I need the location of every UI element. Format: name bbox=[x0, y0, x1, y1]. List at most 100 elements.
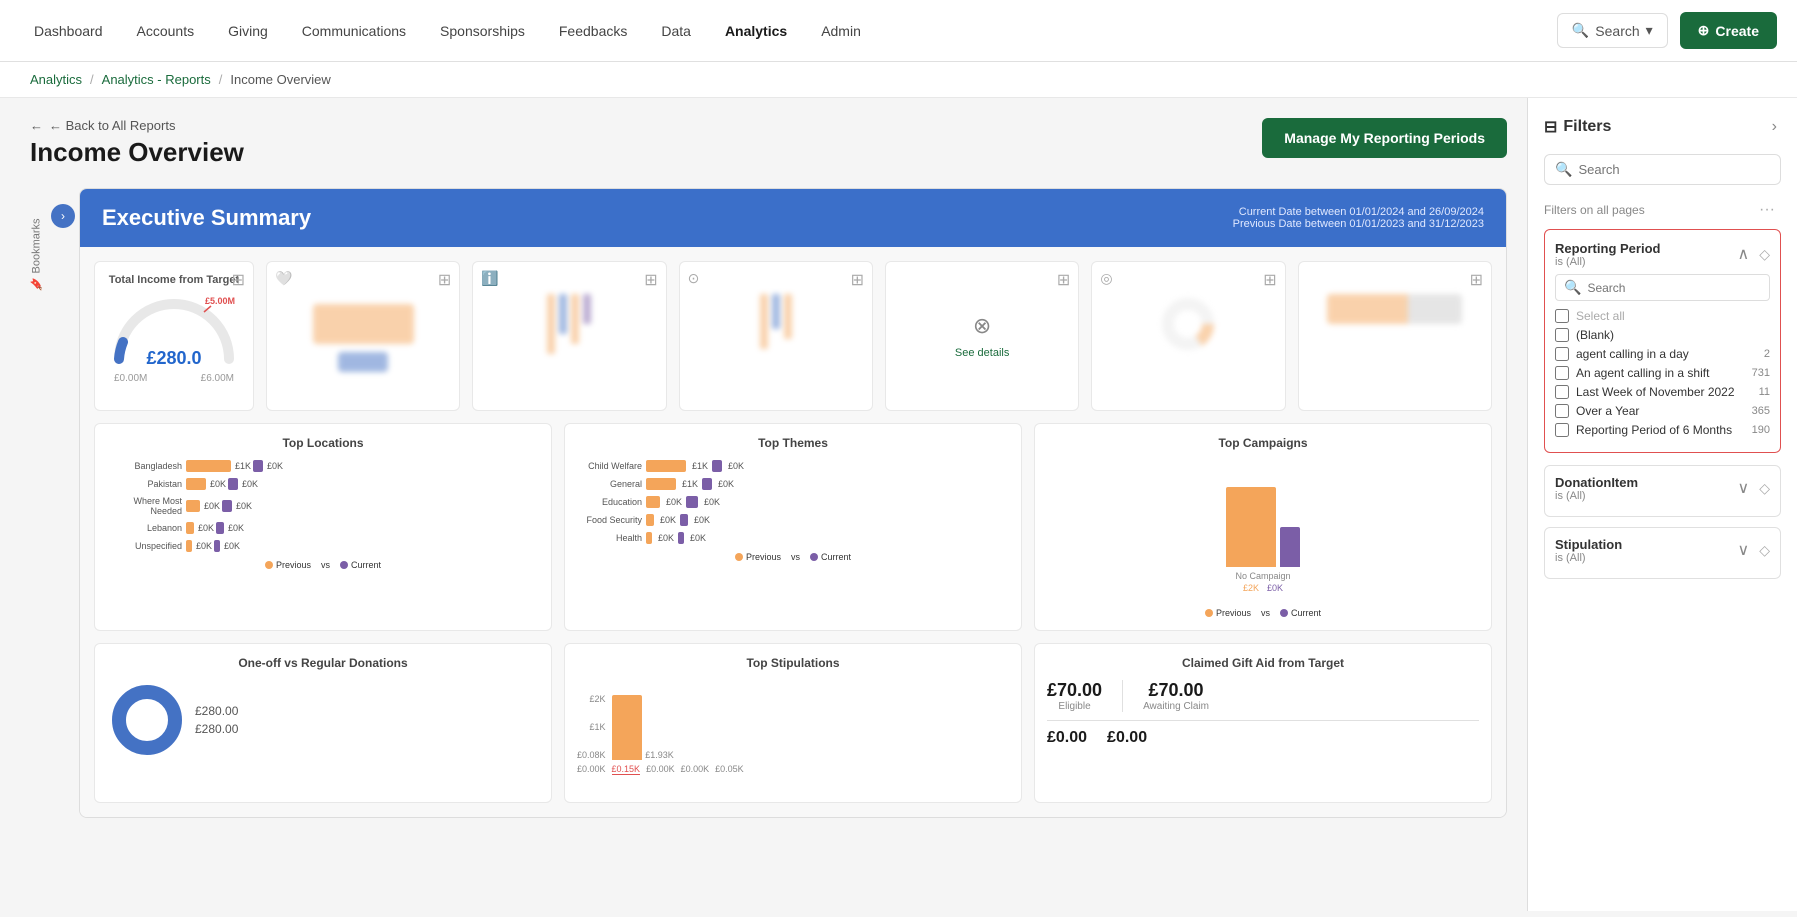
legend-current-dot bbox=[340, 561, 348, 569]
legend-current-label: Current bbox=[351, 560, 381, 570]
nav-feedbacks[interactable]: Feedbacks bbox=[545, 15, 641, 47]
heart-add-icon: 🤍 bbox=[275, 270, 292, 287]
checkbox-agent-shift[interactable] bbox=[1555, 366, 1569, 380]
see-details-link[interactable]: See details bbox=[955, 347, 1009, 359]
filter-panel-collapse[interactable]: › bbox=[1768, 114, 1781, 140]
campaign-bar-labels: £2K £0K bbox=[1243, 583, 1283, 593]
metric-3-content bbox=[485, 294, 653, 354]
nav-analytics[interactable]: Analytics bbox=[711, 15, 801, 47]
nav-dashboard[interactable]: Dashboard bbox=[20, 15, 117, 47]
inner-search-icon: 🔍 bbox=[1564, 279, 1581, 296]
info-chart-icon: ℹ️ bbox=[481, 270, 498, 287]
metric-2-content bbox=[279, 304, 447, 372]
metric-card-2: ⊞ 🤍 bbox=[266, 261, 460, 411]
all-pages-label: Filters on all pages bbox=[1544, 203, 1645, 217]
metric-card-7-icon: ⊞ bbox=[1470, 270, 1483, 290]
nav-items: Dashboard Accounts Giving Communications… bbox=[20, 15, 1557, 47]
checkbox-agent-day[interactable] bbox=[1555, 347, 1569, 361]
campaign-purple-bar bbox=[1280, 527, 1300, 567]
top-locations-title: Top Locations bbox=[107, 436, 539, 450]
stipulation-group: Stipulation is (All) ∨ ◇ bbox=[1544, 527, 1781, 579]
legend-previous-dot bbox=[265, 561, 273, 569]
gauge-min: £0.00M bbox=[114, 373, 147, 384]
filter-opt-6-months: Reporting Period of 6 Months 190 bbox=[1555, 423, 1770, 437]
checkbox-blank[interactable] bbox=[1555, 328, 1569, 342]
reporting-period-search[interactable]: 🔍 bbox=[1555, 274, 1770, 301]
stipulations-chart: £2K £1K £0.08K £1.93K bbox=[577, 680, 1009, 760]
reporting-period-group: Reporting Period is (All) ∧ ◇ 🔍 Select a… bbox=[1544, 229, 1781, 453]
theme-education: Education £0K £0K bbox=[577, 496, 1009, 508]
gift-aid-awaiting-amount: £70.00 bbox=[1149, 680, 1204, 701]
checkbox-over-year[interactable] bbox=[1555, 404, 1569, 418]
nav-accounts[interactable]: Accounts bbox=[123, 15, 209, 47]
breadcrumb-current: Income Overview bbox=[230, 72, 330, 87]
filter-search-icon: 🔍 bbox=[1555, 161, 1572, 178]
donation-item-header: DonationItem is (All) ∨ ◇ bbox=[1555, 474, 1770, 502]
exec-summary-dates: Current Date between 01/01/2024 and 26/0… bbox=[1233, 206, 1484, 230]
nav-giving[interactable]: Giving bbox=[214, 15, 282, 47]
breadcrumb-sep-1: / bbox=[90, 72, 94, 87]
loc-bangladesh: Bangladesh £1K £0K bbox=[107, 460, 539, 472]
bar-purple bbox=[253, 460, 263, 472]
bar-orange bbox=[186, 460, 231, 472]
stipulation-collapse[interactable]: ∨ bbox=[1734, 536, 1754, 564]
nav-communications[interactable]: Communications bbox=[288, 15, 420, 47]
filter-opt-blank: (Blank) bbox=[1555, 328, 1770, 342]
search-icon: 🔍 bbox=[1572, 22, 1589, 39]
metric-card-7: ⊞ bbox=[1298, 261, 1492, 411]
reporting-period-clear[interactable]: ◇ bbox=[1759, 246, 1770, 263]
checkbox-select-all[interactable] bbox=[1555, 309, 1569, 323]
filter-search-box[interactable]: 🔍 bbox=[1544, 154, 1781, 185]
filter-header: ⊟ Filters › bbox=[1544, 114, 1781, 140]
total-income-card: Total Income from Target bbox=[94, 261, 254, 411]
filter-opt-agent-shift: An agent calling in a shift 731 bbox=[1555, 366, 1770, 380]
metric-card-4: ⊞ ⊙ bbox=[679, 261, 873, 411]
themes-legend: Previous vs Current bbox=[577, 552, 1009, 562]
filter-search-input[interactable] bbox=[1578, 162, 1770, 177]
plus-icon: ⊕ bbox=[1698, 22, 1710, 39]
filter-opt-agent-day: agent calling in a day 2 bbox=[1555, 347, 1770, 361]
filter-opt-select-all: Select all bbox=[1555, 309, 1770, 323]
search-button[interactable]: 🔍 Search ▾ bbox=[1557, 13, 1668, 48]
manage-reporting-periods-button[interactable]: Manage My Reporting Periods bbox=[1262, 118, 1507, 158]
all-pages-menu[interactable]: ··· bbox=[1753, 199, 1781, 221]
donut-chart: £280.00 £280.00 bbox=[107, 680, 539, 760]
metric-card-4-icon: ⊞ bbox=[851, 270, 864, 290]
reporting-period-collapse[interactable]: ∧ bbox=[1734, 240, 1754, 268]
chevron-down-icon: ▾ bbox=[1646, 22, 1653, 39]
nav-admin[interactable]: Admin bbox=[807, 15, 875, 47]
metric-6-content bbox=[1104, 294, 1272, 354]
dashboard-inner: Executive Summary Current Date between 0… bbox=[79, 188, 1507, 818]
stipulation-clear[interactable]: ◇ bbox=[1759, 542, 1770, 559]
page-header-left: ← ← Back to All Reports Income Overview bbox=[30, 118, 244, 168]
exec-summary-header: Executive Summary Current Date between 0… bbox=[80, 189, 1506, 247]
top-campaigns-card: Top Campaigns bbox=[1034, 423, 1492, 631]
loc-lebanon: Lebanon £0K £0K bbox=[107, 522, 539, 534]
create-button[interactable]: ⊕ Create bbox=[1680, 12, 1777, 49]
metric-card-5-see-details: ⊞ ⊗ See details bbox=[885, 261, 1079, 411]
donation-item-clear[interactable]: ◇ bbox=[1759, 480, 1770, 497]
donation-item-collapse[interactable]: ∨ bbox=[1734, 474, 1754, 502]
filter-opt-last-week-nov: Last Week of November 2022 11 bbox=[1555, 385, 1770, 399]
breadcrumb-reports[interactable]: Analytics - Reports bbox=[102, 72, 211, 87]
nav-data[interactable]: Data bbox=[647, 15, 705, 47]
previous-date-range: Previous Date between 01/01/2023 and 31/… bbox=[1233, 218, 1484, 230]
stipulation-title: Stipulation bbox=[1555, 537, 1622, 552]
gauge-wrap: £5.00M £280.0 £0.00M £6.00M bbox=[107, 294, 241, 384]
back-link[interactable]: ← ← Back to All Reports bbox=[30, 118, 244, 133]
campaigns-legend: Previous vs Current bbox=[1047, 608, 1479, 618]
donut-svg bbox=[107, 680, 187, 760]
gift-aid-eligible-col: £70.00 Eligible bbox=[1047, 680, 1102, 712]
dashboard-area: 🔖 Bookmarks › Executive Summary Current … bbox=[30, 188, 1507, 818]
reporting-period-search-input[interactable] bbox=[1587, 281, 1761, 295]
checkbox-last-week-nov[interactable] bbox=[1555, 385, 1569, 399]
bookmark-icon: 🔖 bbox=[30, 277, 43, 290]
back-link-label: ← Back to All Reports bbox=[49, 118, 175, 133]
gauge-labels: £0.00M £6.00M bbox=[114, 373, 234, 384]
checkbox-6-months[interactable] bbox=[1555, 423, 1569, 437]
breadcrumb-analytics[interactable]: Analytics bbox=[30, 72, 82, 87]
expand-button[interactable]: › bbox=[51, 204, 75, 228]
campaign-label: No Campaign bbox=[1235, 571, 1290, 581]
legend-previous-label: Previous bbox=[276, 560, 311, 570]
nav-sponsorships[interactable]: Sponsorships bbox=[426, 15, 539, 47]
